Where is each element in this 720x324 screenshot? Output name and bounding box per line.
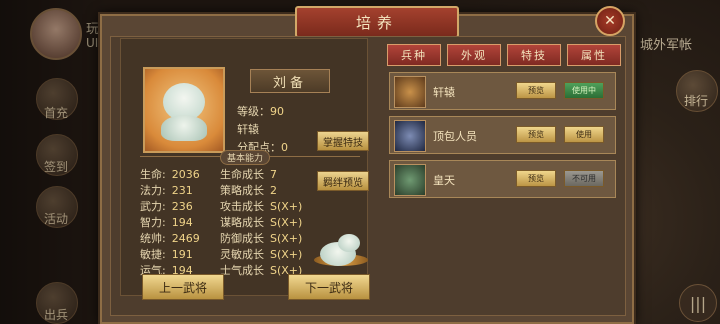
growth-strategy: 策略成长 2 — [220, 184, 277, 197]
points-value: 0 — [281, 141, 288, 154]
standin-troop-icon — [394, 120, 426, 152]
list-item[interactable]: 顶包人员 预览 使用 — [389, 116, 616, 154]
use-button[interactable]: 使用 — [564, 126, 604, 143]
xuanyuan-troop-icon — [394, 76, 426, 108]
item-name: 顶包人员 — [433, 130, 477, 143]
preview-button[interactable]: 预览 — [516, 170, 556, 187]
bond-preview-button[interactable]: 羁绊预览 — [317, 171, 369, 191]
class-name: 轩辕 — [237, 123, 259, 136]
item-name: 轩辕 — [433, 86, 455, 99]
attr-hp: 生命: 2036 — [140, 168, 200, 181]
first-recharge-label: 首充 — [44, 106, 69, 120]
attr-command: 统帅: 2469 — [140, 232, 200, 245]
tab-attributes[interactable]: 属性 — [567, 44, 621, 66]
menu-button[interactable]: ||| — [679, 284, 717, 322]
attr-intellect: 智力: 194 — [140, 216, 193, 229]
hero-portrait — [143, 67, 225, 153]
section-title: 基本能力 — [220, 150, 271, 165]
close-icon[interactable]: ✕ — [595, 6, 625, 36]
events-label: 活动 — [44, 212, 69, 226]
tab-appearance[interactable]: 外观 — [447, 44, 501, 66]
next-hero-button[interactable]: 下一武将 — [288, 274, 370, 300]
sign-in-label: 签到 — [44, 160, 69, 174]
attr-force: 武力: 236 — [140, 200, 193, 213]
preview-button[interactable]: 预览 — [516, 82, 556, 99]
level-label: 等级： — [237, 105, 270, 118]
tab-troop[interactable]: 兵种 — [387, 44, 441, 66]
prev-hero-button[interactable]: 上一武将 — [142, 274, 224, 300]
dialog-title: 培养 — [295, 6, 459, 38]
ranking-label: 排行 — [684, 94, 709, 108]
level-value: 90 — [270, 105, 284, 118]
dispatch-label: 出兵 — [44, 308, 69, 322]
list-item[interactable]: 轩辕 预览 使用中 — [389, 72, 616, 110]
growth-agility: 灵敏成长 S(X+) — [220, 248, 303, 261]
portrait-body — [161, 115, 207, 141]
attr-mp: 法力: 231 — [140, 184, 193, 197]
preview-button[interactable]: 预览 — [516, 126, 556, 143]
player-avatar[interactable] — [30, 8, 82, 60]
master-skill-button[interactable]: 掌握特技 — [317, 131, 369, 151]
growth-defense: 防御成长 S(X+) — [220, 232, 303, 245]
growth-attack: 攻击成长 S(X+) — [220, 200, 303, 213]
growth-tactics: 谋略成长 S(X+) — [220, 216, 303, 229]
unavailable-button[interactable]: 不可用 — [564, 170, 604, 187]
growth-hp: 生命成长 7 — [220, 168, 277, 181]
hero-name: 刘备 — [250, 69, 330, 93]
level-row: 等级：90 — [237, 103, 284, 119]
pet-figure — [314, 232, 368, 268]
cultivate-dialog: 培养 ✕ 刘备 等级：90 轩辕 分配点：0 掌握特技 羁绊预览 基本能力 生命… — [100, 6, 634, 324]
attr-agility: 敏捷: 191 — [140, 248, 193, 261]
in-use-button[interactable]: 使用中 — [564, 82, 604, 99]
item-name: 皇天 — [433, 174, 455, 187]
tab-skill[interactable]: 特技 — [507, 44, 561, 66]
tab-bar: 兵种 外观 特技 属性 — [387, 44, 622, 66]
list-item[interactable]: 皇天 预览 不可用 — [389, 160, 616, 198]
camp-title: 城外军帐 — [640, 38, 693, 53]
huangtian-troop-icon — [394, 164, 426, 196]
